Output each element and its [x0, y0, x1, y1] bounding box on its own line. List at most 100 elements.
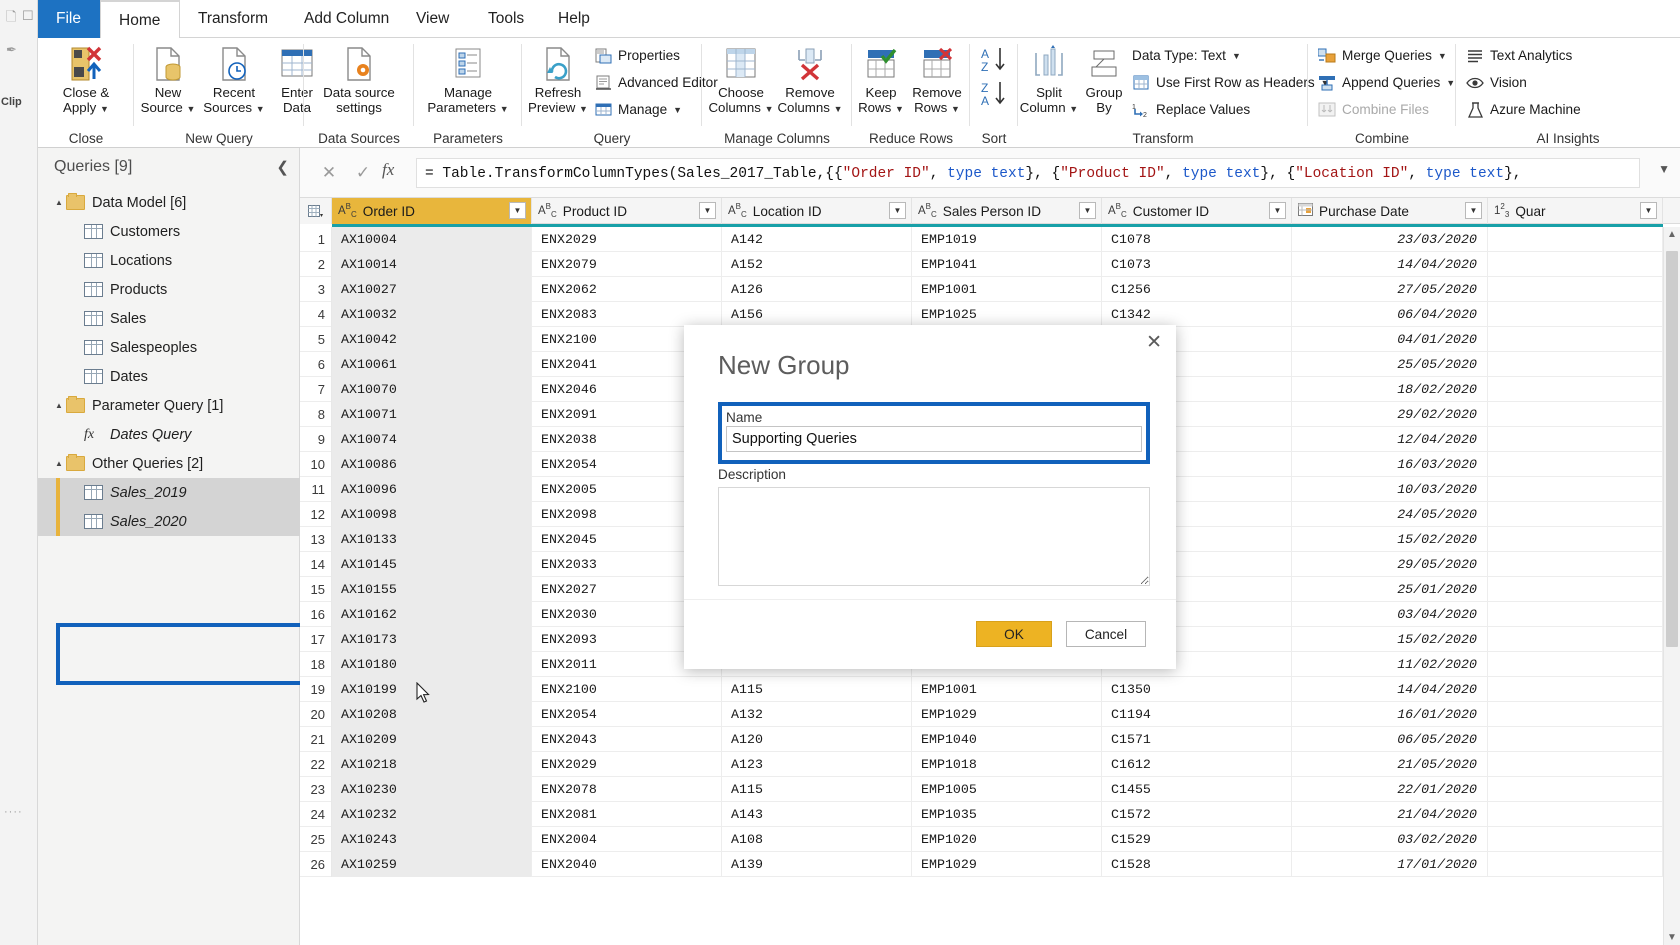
table-cell[interactable]: AX10199 — [332, 677, 532, 702]
table-row[interactable]: 1 AX10004 ENX2029 A142 EMP1019 C1078 23/03/202… — [300, 227, 1680, 252]
table-cell[interactable] — [1488, 377, 1663, 402]
table-cell[interactable]: AX10145 — [332, 552, 532, 577]
column-filter-dropdown-icon[interactable]: ▼ — [699, 202, 716, 219]
table-cell[interactable] — [1488, 552, 1663, 577]
table-cell[interactable]: AX10014 — [332, 252, 532, 277]
table-cell[interactable]: EMP1001 — [912, 677, 1102, 702]
table-cell[interactable] — [1488, 827, 1663, 852]
table-cell[interactable] — [1488, 327, 1663, 352]
table-cell[interactable] — [1488, 752, 1663, 777]
tab-view[interactable]: View — [398, 0, 467, 38]
choose-columns-button[interactable]: Choose Columns ▼ — [704, 42, 778, 116]
table-cell[interactable] — [1488, 477, 1663, 502]
table-cell[interactable]: C1256 — [1102, 277, 1292, 302]
table-cell[interactable]: C1342 — [1102, 302, 1292, 327]
x-icon[interactable]: ✕ — [314, 160, 344, 186]
query-item-salespeoples[interactable]: Salespeoples — [38, 333, 300, 362]
table-cell[interactable]: EMP1019 — [912, 227, 1102, 252]
table-cell[interactable]: AX10070 — [332, 377, 532, 402]
chevron-down-icon[interactable]: ▼ — [1658, 162, 1670, 176]
column-filter-dropdown-icon[interactable]: ▼ — [889, 202, 906, 219]
chevron-down-icon[interactable]: ▼ — [256, 104, 265, 114]
table-cell[interactable] — [1488, 402, 1663, 427]
table-cell[interactable]: ENX2083 — [532, 302, 722, 327]
table-cell[interactable]: C1571 — [1102, 727, 1292, 752]
table-cell[interactable]: 06/04/2020 — [1292, 302, 1488, 327]
table-cell[interactable]: ENX2081 — [532, 802, 722, 827]
table-cell[interactable] — [1488, 677, 1663, 702]
table-cell[interactable] — [1488, 277, 1663, 302]
table-cell[interactable]: 21/05/2020 — [1292, 752, 1488, 777]
vertical-scrollbar[interactable]: ▲ ▼ — [1663, 227, 1680, 945]
table-cell[interactable]: 14/04/2020 — [1292, 677, 1488, 702]
table-cell[interactable]: 11/02/2020 — [1292, 652, 1488, 677]
table-cell[interactable]: EMP1029 — [912, 702, 1102, 727]
table-cell[interactable]: EMP1029 — [912, 852, 1102, 877]
table-cell[interactable]: EMP1041 — [912, 252, 1102, 277]
table-cell[interactable]: AX10071 — [332, 402, 532, 427]
table-cell[interactable]: A115 — [722, 777, 912, 802]
table-cell[interactable] — [1488, 852, 1663, 877]
table-cell[interactable]: A115 — [722, 677, 912, 702]
table-cell[interactable]: C1612 — [1102, 752, 1292, 777]
refresh-preview-button[interactable]: Refresh Preview ▼ — [522, 42, 594, 116]
table-cell[interactable]: AX10243 — [332, 827, 532, 852]
close-x-icon[interactable]: ✕ — [1146, 333, 1162, 352]
chevron-down-icon[interactable]: ▼ — [1446, 78, 1455, 88]
table-cell[interactable]: ENX2100 — [532, 677, 722, 702]
merge-queries-button[interactable]: Merge Queries ▼ — [1318, 43, 1447, 68]
table-cell[interactable]: C1078 — [1102, 227, 1292, 252]
table-cell[interactable] — [1488, 452, 1663, 477]
table-cell[interactable]: 25/01/2020 — [1292, 577, 1488, 602]
table-cell[interactable]: ENX2054 — [532, 702, 722, 727]
select-all-table-icon[interactable] — [300, 198, 332, 224]
text-analytics-button[interactable]: Text Analytics — [1466, 43, 1572, 68]
scroll-down-arrow-icon[interactable]: ▼ — [1664, 932, 1680, 943]
query-item-products[interactable]: Products — [38, 275, 300, 304]
table-cell[interactable] — [1488, 802, 1663, 827]
table-cell[interactable]: EMP1018 — [912, 752, 1102, 777]
table-cell[interactable]: 29/02/2020 — [1292, 402, 1488, 427]
column-header-product-id[interactable]: ABC Product ID ▼ — [532, 198, 722, 224]
append-queries-button[interactable]: Append Queries ▼ — [1318, 70, 1455, 95]
table-cell[interactable]: C1528 — [1102, 852, 1292, 877]
table-row[interactable]: 26 AX10259 ENX2040 A139 EMP1029 C1528 17/01/20… — [300, 852, 1680, 877]
table-cell[interactable]: ENX2078 — [532, 777, 722, 802]
column-header-sales-person-id[interactable]: ABC Sales Person ID ▼ — [912, 198, 1102, 224]
table-cell[interactable]: A139 — [722, 852, 912, 877]
table-cell[interactable]: ENX2040 — [532, 852, 722, 877]
table-cell[interactable] — [1488, 777, 1663, 802]
expand-twisty-icon[interactable]: ▲ — [52, 198, 66, 207]
expand-twisty-icon[interactable]: ▲ — [52, 401, 66, 410]
table-cell[interactable]: ENX2029 — [532, 752, 722, 777]
query-item-other-queries-2[interactable]: ▲ Other Queries [2] — [38, 449, 300, 478]
table-cell[interactable] — [1488, 427, 1663, 452]
query-item-sales-2020[interactable]: Sales_2020 — [38, 507, 300, 536]
table-cell[interactable]: 15/02/2020 — [1292, 527, 1488, 552]
group-by-button[interactable]: Group By — [1076, 42, 1132, 115]
table-row[interactable]: 21 AX10209 ENX2043 A120 EMP1040 C1571 06/05/20… — [300, 727, 1680, 752]
replace-values-button[interactable]: 1 2 Replace Values — [1132, 97, 1250, 122]
chevron-down-icon[interactable]: ▼ — [1438, 51, 1447, 61]
table-cell[interactable]: EMP1040 — [912, 727, 1102, 752]
table-cell[interactable]: EMP1035 — [912, 802, 1102, 827]
table-cell[interactable]: 21/04/2020 — [1292, 802, 1488, 827]
table-cell[interactable]: AX10098 — [332, 502, 532, 527]
query-item-customers[interactable]: Customers — [38, 217, 300, 246]
table-cell[interactable]: 27/05/2020 — [1292, 277, 1488, 302]
table-cell[interactable]: C1455 — [1102, 777, 1292, 802]
table-row[interactable]: 22 AX10218 ENX2029 A123 EMP1018 C1612 21/05/20… — [300, 752, 1680, 777]
cancel-button[interactable]: Cancel — [1066, 621, 1146, 647]
table-cell[interactable]: AX10209 — [332, 727, 532, 752]
table-cell[interactable]: 23/03/2020 — [1292, 227, 1488, 252]
advanced-editor-button[interactable]: Advanced Editor — [594, 70, 718, 95]
table-cell[interactable]: ENX2062 — [532, 277, 722, 302]
data-type-button[interactable]: Data Type: Text ▼ — [1132, 43, 1241, 68]
column-header-customer-id[interactable]: ABC Customer ID ▼ — [1102, 198, 1292, 224]
use-first-row-as-headers-button[interactable]: Use First Row as Headers ▼ — [1132, 70, 1330, 95]
table-row[interactable]: 3 AX10027 ENX2062 A126 EMP1001 C1256 27/05/202… — [300, 277, 1680, 302]
scrollbar-thumb[interactable] — [1666, 251, 1678, 647]
table-cell[interactable]: 03/04/2020 — [1292, 602, 1488, 627]
table-cell[interactable]: ENX2004 — [532, 827, 722, 852]
query-item-sales-2019[interactable]: Sales_2019 — [38, 478, 300, 507]
